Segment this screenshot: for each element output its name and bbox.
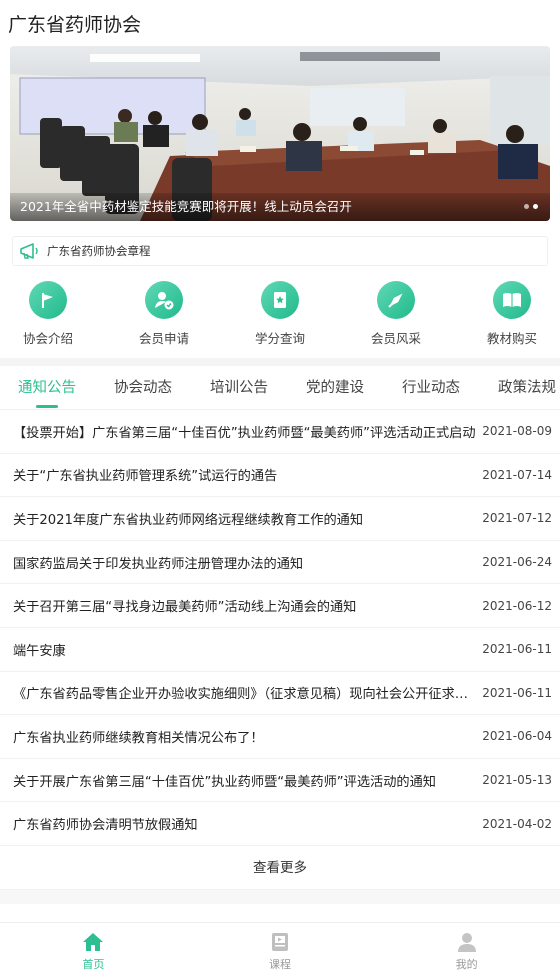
bookmark-icon xyxy=(261,281,299,319)
tab-industry-news[interactable]: 行业动态 xyxy=(402,366,460,409)
tab-party-building[interactable]: 党的建设 xyxy=(306,366,364,409)
list-item[interactable]: 广东省药师协会清明节放假通知 2021-04-02 xyxy=(0,802,560,846)
news-date: 2021-07-14 xyxy=(482,467,552,482)
carousel-dot-active[interactable] xyxy=(533,204,538,209)
list-item[interactable]: 关于“广东省执业药师管理系统”试运行的通告 2021-07-14 xyxy=(0,454,560,498)
bottom-spacer xyxy=(0,889,560,904)
news-date: 2021-06-11 xyxy=(482,642,552,657)
news-date: 2021-06-04 xyxy=(482,729,552,744)
news-title: 关于召开第三届“寻找身边最美药师”活动线上沟通会的通知 xyxy=(13,600,357,616)
tabbar-label: 我的 xyxy=(455,958,478,971)
list-item[interactable]: 国家药监局关于印发执业药师注册管理办法的通知 2021-06-24 xyxy=(0,541,560,585)
news-title: 《广东省药品零售企业开办验收实施细则》（征求意见稿）现向社会公开征求意见 xyxy=(13,687,477,703)
news-date: 2021-06-11 xyxy=(482,685,552,700)
quick-link-credits[interactable]: 学分查询 xyxy=(240,281,320,352)
course-icon xyxy=(272,933,288,951)
quick-link-textbooks[interactable]: 教材购买 xyxy=(472,281,552,352)
tab-training[interactable]: 培训公告 xyxy=(210,366,268,409)
carousel-dots xyxy=(524,204,538,209)
tabbar-label: 课程 xyxy=(269,958,291,971)
news-date: 2021-08-09 xyxy=(482,424,552,439)
tab-association-news[interactable]: 协会动态 xyxy=(114,366,172,409)
news-title: 国家药监局关于印发执业药师注册管理办法的通知 xyxy=(13,556,304,572)
list-item[interactable]: 《广东省药品零售企业开办验收实施细则》（征求意见稿）现向社会公开征求意见 2021… xyxy=(0,672,560,716)
news-date: 2021-07-12 xyxy=(482,511,552,526)
tab-policies[interactable]: 政策法规 xyxy=(498,366,556,409)
page-title: 广东省药师协会 xyxy=(8,14,142,36)
news-title: 广东省药师协会清明节放假通知 xyxy=(13,818,198,834)
home-icon xyxy=(83,933,104,951)
banner-caption: 2021年全省中药材鉴定技能竞赛即将开展！线上动员会召开 xyxy=(10,193,550,221)
quick-link-label: 学分查询 xyxy=(254,331,305,346)
section-divider xyxy=(0,358,560,366)
quick-link-label: 会员风采 xyxy=(370,331,421,346)
list-item[interactable]: 【投票开始】广东省第三届“十佳百优”执业药师暨“最美药师”评选活动正式启动 202… xyxy=(0,410,560,454)
flag-icon xyxy=(29,281,67,319)
book-icon xyxy=(493,281,531,319)
news-title: 广东省执业药师继续教育相关情况公布了！ xyxy=(13,730,264,746)
tabbar-courses[interactable]: 课程 xyxy=(187,923,374,980)
news-title: 【投票开始】广东省第三届“十佳百优”执业药师暨“最美药师”评选活动正式启动 xyxy=(13,425,476,441)
bottom-tab-bar: 首页 课程 我的 xyxy=(0,922,560,980)
quick-link-label: 会员申请 xyxy=(138,331,189,346)
compass-icon xyxy=(377,281,415,319)
tabbar-profile[interactable]: 我的 xyxy=(373,923,560,980)
list-item[interactable]: 广东省执业药师继续教育相关情况公布了！ 2021-06-04 xyxy=(0,715,560,759)
news-date: 2021-06-24 xyxy=(482,555,552,570)
megaphone-icon xyxy=(20,243,38,259)
quick-links: 协会介绍 会员申请 学分查询 会员风采 教材购买 xyxy=(0,266,560,352)
quick-link-label: 教材购买 xyxy=(486,331,537,346)
quick-link-about[interactable]: 协会介绍 xyxy=(8,281,88,352)
quick-link-showcase[interactable]: 会员风采 xyxy=(356,281,436,352)
quick-link-label: 协会介绍 xyxy=(22,331,73,346)
tab-notices[interactable]: 通知公告 xyxy=(18,366,76,409)
list-item[interactable]: 关于开展广东省第三届“十佳百优”执业药师暨“最美药师”评选活动的通知 2021-0… xyxy=(0,759,560,803)
quick-link-membership[interactable]: 会员申请 xyxy=(124,281,204,352)
news-title: 关于“广东省执业药师管理系统”试运行的通告 xyxy=(13,469,278,485)
banner-carousel[interactable]: 2021年全省中药材鉴定技能竞赛即将开展！线上动员会召开 xyxy=(10,46,550,221)
notice-bar[interactable]: 广东省药师协会章程 xyxy=(12,236,548,266)
news-date: 2021-04-02 xyxy=(482,816,552,831)
list-item[interactable]: 端午安康 2021-06-11 xyxy=(0,628,560,672)
news-list: 【投票开始】广东省第三届“十佳百优”执业药师暨“最美药师”评选活动正式启动 202… xyxy=(0,410,560,846)
news-date: 2021-05-13 xyxy=(482,773,552,788)
user-icon xyxy=(457,933,476,952)
tabbar-label: 首页 xyxy=(82,958,105,971)
news-title: 关于开展广东省第三届“十佳百优”执业药师暨“最美药师”评选活动的通知 xyxy=(13,774,436,790)
user-check-icon xyxy=(145,281,183,319)
list-item[interactable]: 关于2021年度广东省执业药师网络远程继续教育工作的通知 2021-07-12 xyxy=(0,497,560,541)
app-page: 广东省药师协会 2021年全省中药材鉴定技能竞赛即将开展！线上动员会召开 广东省… xyxy=(0,0,560,980)
tabbar-home[interactable]: 首页 xyxy=(0,923,187,980)
list-item[interactable]: 关于召开第三届“寻找身边最美药师”活动线上沟通会的通知 2021-06-12 xyxy=(0,584,560,628)
news-title: 关于2021年度广东省执业药师网络远程继续教育工作的通知 xyxy=(13,512,364,528)
app-header: 广东省药师协会 xyxy=(0,0,560,44)
view-more-button[interactable]: 查看更多 xyxy=(0,846,560,890)
news-date: 2021-06-12 xyxy=(482,598,552,613)
notice-text: 广东省药师协会章程 xyxy=(47,244,151,258)
carousel-dot[interactable] xyxy=(524,204,529,209)
news-title: 端午安康 xyxy=(13,643,66,659)
news-tabs: 通知公告 协会动态 培训公告 党的建设 行业动态 政策法规 xyxy=(0,366,560,410)
